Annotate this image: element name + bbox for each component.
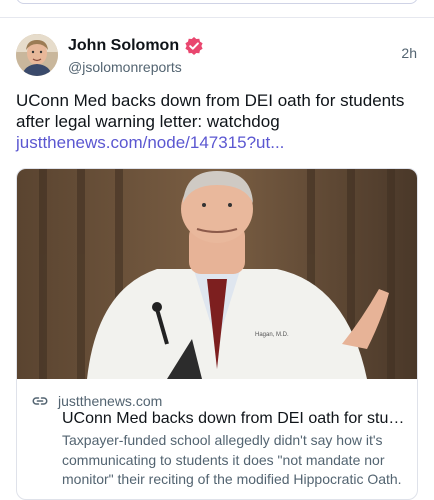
post-timestamp[interactable]: 2h bbox=[401, 45, 417, 61]
author-block[interactable]: John Solomon @jsolomonreports bbox=[68, 35, 204, 75]
post[interactable]: John Solomon @jsolomonreports 2h UConn M… bbox=[0, 18, 434, 500]
author-handle[interactable]: @jsolomonreports bbox=[68, 59, 204, 75]
link-domain: justthenews.com bbox=[58, 393, 163, 409]
avatar-photo bbox=[16, 34, 58, 76]
verified-badge-icon bbox=[184, 36, 204, 56]
post-url-link[interactable]: justthenews.com/node/147315?ut... bbox=[16, 133, 284, 152]
link-title[interactable]: UConn Med backs down from DEI oath for s… bbox=[62, 409, 407, 429]
display-name[interactable]: John Solomon bbox=[68, 37, 179, 55]
article-photo-speaker: Hagan, M.D. bbox=[17, 169, 417, 379]
post-text: UConn Med backs down from DEI oath for s… bbox=[16, 90, 420, 153]
previous-post-card-edge bbox=[16, 0, 418, 4]
avatar[interactable] bbox=[16, 34, 58, 76]
link-icon bbox=[32, 397, 48, 405]
svg-text:Hagan, M.D.: Hagan, M.D. bbox=[255, 332, 289, 338]
link-description: Taxpayer-funded school allegedly didn't … bbox=[62, 432, 402, 487]
link-preview-card[interactable]: Hagan, M.D. justthenews.com UConn Med ba… bbox=[16, 168, 418, 500]
post-body-text: UConn Med backs down from DEI oath for s… bbox=[16, 91, 405, 131]
